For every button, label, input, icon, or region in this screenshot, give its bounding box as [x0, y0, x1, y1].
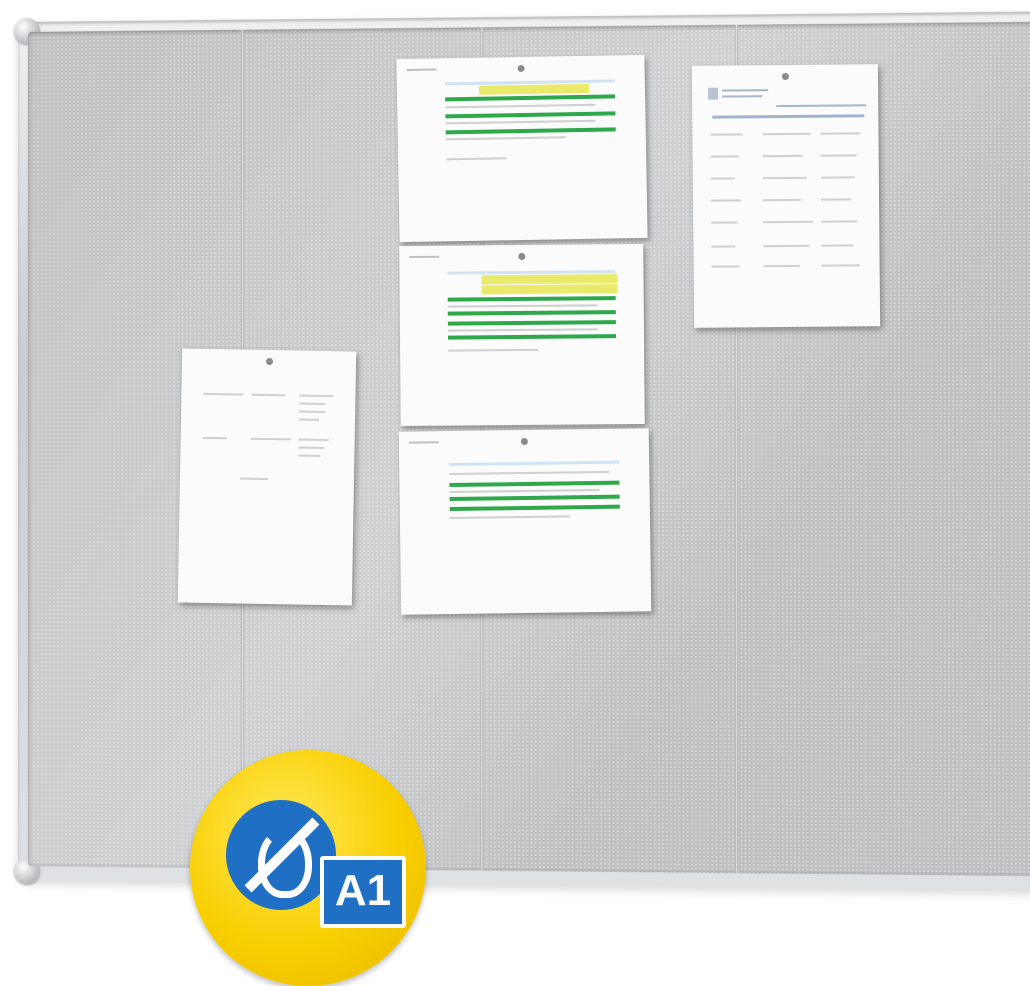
pin-icon [781, 72, 789, 81]
posted-sheet [396, 54, 648, 243]
pin-icon [520, 437, 528, 446]
pin-icon [517, 64, 525, 73]
posted-sheet [177, 348, 357, 606]
badge-label: A1 [320, 856, 406, 928]
fire-class-badge: A1 [190, 750, 426, 986]
product-photo: A1 [0, 0, 1030, 986]
pin-icon [265, 357, 274, 366]
posted-sheet [399, 243, 645, 427]
posted-sheet [691, 64, 881, 328]
posted-sheet [398, 428, 652, 615]
pin-icon [518, 252, 526, 261]
